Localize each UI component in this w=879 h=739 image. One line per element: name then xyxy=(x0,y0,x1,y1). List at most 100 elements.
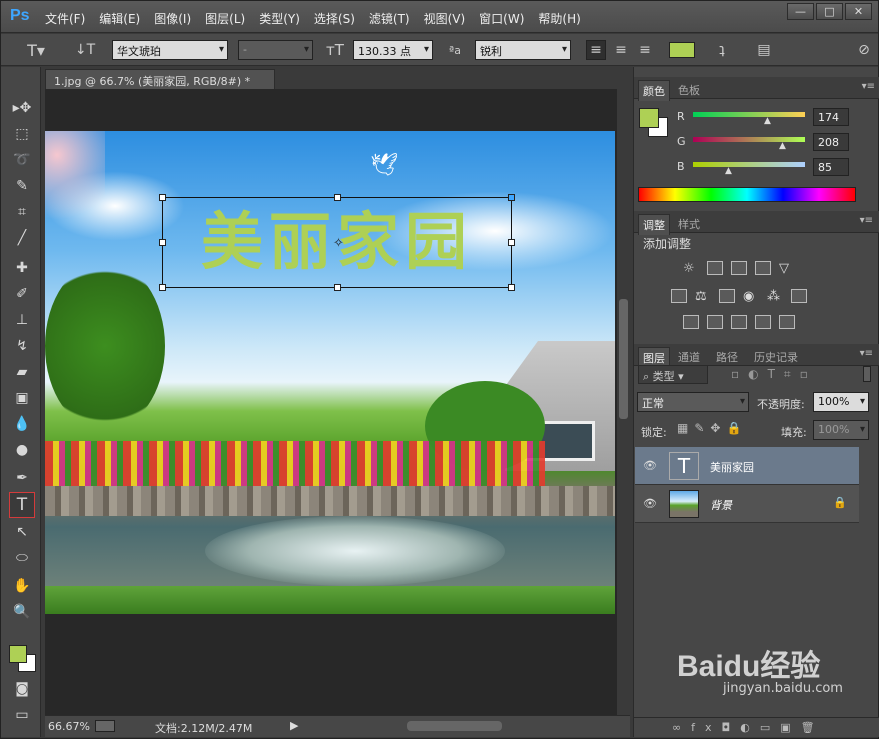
menu-edit[interactable]: 编辑(E) xyxy=(99,10,140,27)
red-slider-handle[interactable]: ▲ xyxy=(764,116,771,126)
tab-styles[interactable]: 样式 xyxy=(674,214,704,234)
green-slider-handle[interactable]: ▲ xyxy=(779,141,786,151)
vertical-scrollbar[interactable] xyxy=(617,89,630,715)
marquee-tool-icon[interactable]: ⬚ xyxy=(9,123,35,145)
menu-type[interactable]: 类型(Y) xyxy=(259,10,300,27)
opacity-input[interactable]: 100% xyxy=(813,392,869,412)
tab-channels[interactable]: 通道 xyxy=(674,347,704,367)
menu-window[interactable]: 窗口(W) xyxy=(479,10,524,27)
healing-brush-tool-icon[interactable]: ✚ xyxy=(9,257,35,279)
type-tool-icon[interactable]: T xyxy=(9,492,35,518)
font-size-select[interactable]: 130.33 点 xyxy=(353,40,433,60)
curves-icon[interactable] xyxy=(731,261,747,275)
transform-handle[interactable] xyxy=(334,194,341,201)
hue-saturation-icon[interactable] xyxy=(671,289,687,303)
status-info-icon[interactable] xyxy=(95,720,115,732)
menu-select[interactable]: 选择(S) xyxy=(314,10,355,27)
levels-icon[interactable] xyxy=(707,261,723,275)
pen-tool-icon[interactable]: ✒ xyxy=(9,467,35,489)
color-fg-swatch[interactable] xyxy=(639,108,659,128)
exposure-icon[interactable] xyxy=(755,261,771,275)
antialias-select[interactable]: 锐利 xyxy=(475,40,571,60)
crop-tool-icon[interactable]: ⌗ xyxy=(9,201,35,223)
type-tool-preset-icon[interactable]: T▾ xyxy=(21,40,51,60)
filter-toggle[interactable] xyxy=(863,366,871,382)
text-bounding-box[interactable]: ✧ xyxy=(159,194,515,291)
green-value[interactable]: 208 xyxy=(813,133,849,151)
transform-handle[interactable] xyxy=(159,239,166,246)
color-spectrum[interactable] xyxy=(638,187,856,202)
dodge-tool-icon[interactable]: ● xyxy=(9,439,35,461)
layer-filter-select[interactable]: ⌕ 类型 ▾ xyxy=(638,365,708,384)
foreground-color-swatch[interactable] xyxy=(9,645,27,663)
invert-icon[interactable] xyxy=(683,315,699,329)
panel-menu-icon[interactable]: ▾≡ xyxy=(860,215,873,226)
transform-handle[interactable] xyxy=(508,284,515,291)
move-tool-icon[interactable]: ▸✥ xyxy=(9,97,35,119)
maximize-button[interactable]: □ xyxy=(816,3,843,20)
font-family-select[interactable]: 华文琥珀 xyxy=(112,40,228,60)
scroll-thumb[interactable] xyxy=(619,299,628,419)
horizontal-scroll-thumb[interactable] xyxy=(407,721,502,731)
tab-paths[interactable]: 路径 xyxy=(712,347,742,367)
photo-filter-icon[interactable]: ◉ xyxy=(743,289,759,304)
character-panel-icon[interactable]: ▤ xyxy=(753,40,775,60)
red-slider[interactable] xyxy=(693,112,805,117)
align-center-icon[interactable]: ≡ xyxy=(611,40,631,60)
quick-mask-icon[interactable]: ◙ xyxy=(9,678,35,700)
layer-row-background[interactable]: 👁 背景 🔒 xyxy=(635,485,859,523)
eyedropper-tool-icon[interactable]: ╱ xyxy=(9,227,35,249)
text-orientation-icon[interactable]: ↓T xyxy=(73,40,97,60)
tab-adjustments[interactable]: 调整 xyxy=(638,214,670,235)
selective-color-icon[interactable] xyxy=(755,315,771,329)
gradient-tool-icon[interactable]: ▣ xyxy=(9,387,35,409)
layer-filter-icons[interactable]: ▫◐T⌗▫ xyxy=(731,367,817,382)
path-select-tool-icon[interactable]: ↖ xyxy=(9,521,35,543)
transform-handle[interactable] xyxy=(508,239,515,246)
menu-filter[interactable]: 滤镜(T) xyxy=(369,10,410,27)
cancel-icon[interactable]: ⊘ xyxy=(854,40,874,60)
quick-select-tool-icon[interactable]: ✎ xyxy=(9,175,35,197)
layers-footer-icons[interactable]: ∞fx◘◐▭▣🗑 xyxy=(634,717,879,737)
history-brush-tool-icon[interactable]: ↯ xyxy=(9,335,35,357)
menu-layer[interactable]: 图层(L) xyxy=(205,10,245,27)
text-color-swatch[interactable] xyxy=(669,42,695,58)
posterize-icon[interactable] xyxy=(707,315,723,329)
visibility-eye-icon[interactable]: 👁 xyxy=(643,497,657,510)
menu-image[interactable]: 图像(I) xyxy=(154,10,191,27)
status-menu-arrow-icon[interactable]: ▶ xyxy=(290,719,298,732)
tab-color[interactable]: 颜色 xyxy=(638,80,670,101)
blue-slider-handle[interactable]: ▲ xyxy=(725,166,732,176)
green-slider[interactable] xyxy=(693,137,805,142)
color-balance-icon[interactable]: ⚖ xyxy=(695,289,711,304)
red-value[interactable]: 174 xyxy=(813,108,849,126)
menu-file[interactable]: 文件(F) xyxy=(45,10,85,27)
lock-icons[interactable]: ▦✎✥🔒 xyxy=(677,421,747,435)
blur-tool-icon[interactable]: 💧 xyxy=(9,413,35,435)
ellipse-tool-icon[interactable]: ⬭ xyxy=(9,547,35,569)
channel-mixer-icon[interactable]: ⁂ xyxy=(767,289,783,304)
align-left-icon[interactable]: ≡ xyxy=(586,40,606,60)
clone-stamp-tool-icon[interactable]: ⊥ xyxy=(9,309,35,331)
brush-tool-icon[interactable]: ✐ xyxy=(9,283,35,305)
panel-menu-icon[interactable]: ▾≡ xyxy=(862,81,875,92)
zoom-level[interactable]: 66.67% xyxy=(48,720,90,733)
transform-handle[interactable] xyxy=(508,194,515,201)
hand-tool-icon[interactable]: ✋ xyxy=(9,575,35,597)
screen-mode-icon[interactable]: ▭ xyxy=(9,704,35,726)
panel-menu-icon[interactable]: ▾≡ xyxy=(860,348,873,359)
threshold-icon[interactable] xyxy=(731,315,747,329)
zoom-tool-icon[interactable]: 🔍 xyxy=(9,601,35,623)
brightness-icon[interactable]: ☼ xyxy=(683,261,699,276)
font-style-select[interactable]: - xyxy=(238,40,313,60)
transform-handle[interactable] xyxy=(159,284,166,291)
close-button[interactable]: ✕ xyxy=(845,3,872,20)
tab-swatches[interactable]: 色板 xyxy=(674,80,704,100)
vibrance-icon[interactable]: ▽ xyxy=(779,261,795,276)
minimize-button[interactable]: — xyxy=(787,3,814,20)
menu-help[interactable]: 帮助(H) xyxy=(538,10,580,27)
fill-input[interactable]: 100% xyxy=(813,420,869,440)
visibility-eye-icon[interactable]: 👁 xyxy=(643,459,657,472)
transform-handle[interactable] xyxy=(334,284,341,291)
color-lookup-icon[interactable] xyxy=(791,289,807,303)
